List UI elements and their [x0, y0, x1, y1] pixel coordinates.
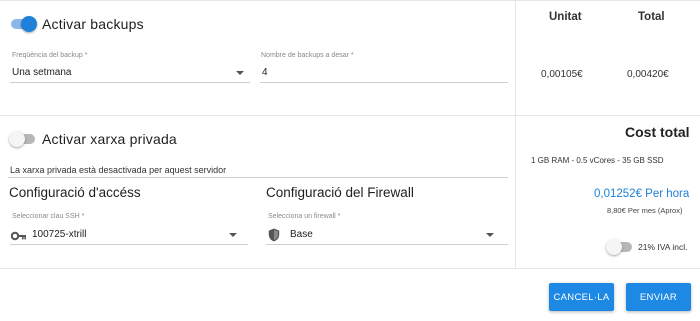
cost-total-title: Cost total: [625, 124, 690, 140]
backup-count-input[interactable]: 4: [262, 67, 268, 78]
section-divider-left: [0, 115, 515, 116]
private-network-toggle-thumb: [9, 131, 25, 147]
iva-toggle[interactable]: [606, 239, 634, 255]
cancel-button[interactable]: CANCEL·LA: [549, 283, 614, 311]
footer-divider: [0, 268, 700, 269]
backup-count-label: Nombre de backups a desar *: [261, 52, 354, 59]
top-divider: [0, 0, 700, 1]
backup-frequency-label: Freqüència del backup *: [12, 52, 88, 59]
ssh-key-label: Seleccionar clau SSH *: [12, 213, 85, 220]
private-network-note-underline: [8, 177, 508, 178]
backups-toggle[interactable]: [9, 16, 37, 32]
firewall-underline: [266, 244, 508, 245]
private-network-note: La xarxa privada està desactivada per aq…: [10, 165, 227, 175]
price-per-month: 8,80€ Per mes (Aprox): [607, 206, 683, 215]
iva-toggle-thumb: [606, 239, 622, 255]
iva-label: 21% IVA incl.: [638, 242, 688, 252]
chevron-down-icon[interactable]: [229, 233, 237, 237]
backup-frequency-select[interactable]: Una setmana: [12, 67, 71, 78]
ssh-key-select[interactable]: 100725-xtrill: [32, 229, 86, 240]
vertical-divider: [515, 0, 516, 268]
price-per-hour: 0,01252€ Per hora: [594, 188, 690, 200]
total-price: 0,00420€: [627, 69, 669, 80]
firewall-label: Selecciona un firewall *: [268, 213, 341, 220]
backup-frequency-underline: [10, 82, 250, 83]
private-network-toggle[interactable]: [9, 131, 37, 147]
ssh-key-underline: [10, 244, 248, 245]
backups-toggle-thumb: [21, 16, 37, 32]
backup-count-underline: [260, 82, 508, 83]
total-column-header: Total: [638, 11, 665, 23]
chevron-down-icon[interactable]: [236, 71, 244, 75]
server-spec: 1 GB RAM - 0.5 vCores - 35 GB SSD: [531, 156, 664, 165]
chevron-down-icon[interactable]: [486, 233, 494, 237]
unit-column-header: Unitat: [549, 11, 582, 23]
private-network-toggle-label: Activar xarxa privada: [42, 131, 177, 147]
firewall-select[interactable]: Base: [290, 229, 313, 240]
firewall-config-title: Configuració del Firewall: [266, 185, 414, 200]
access-config-title: Configuració d'accéss: [9, 185, 141, 200]
unit-price: 0,00105€: [541, 69, 583, 80]
submit-button[interactable]: ENVIAR: [626, 283, 691, 311]
backups-toggle-label: Activar backups: [42, 16, 144, 32]
section-divider-right: [516, 115, 700, 116]
